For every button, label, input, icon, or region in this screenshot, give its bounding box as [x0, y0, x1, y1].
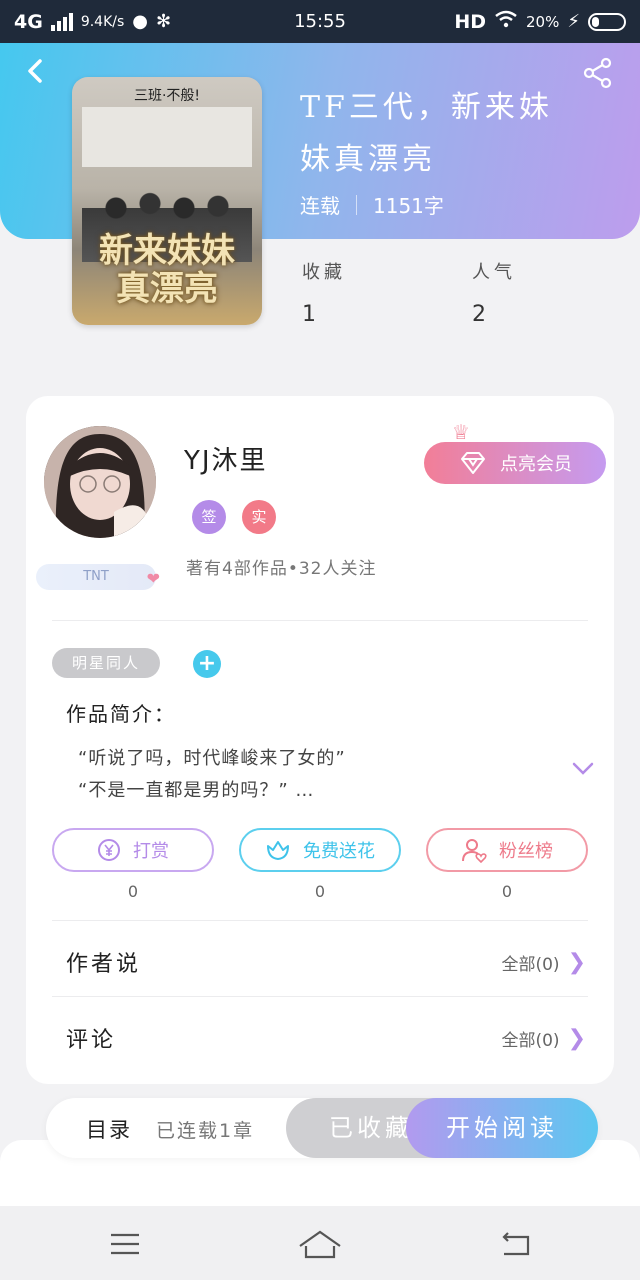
signal-icon: [50, 12, 73, 31]
fan-person-icon: [462, 839, 487, 863]
chevron-left-icon: [28, 59, 42, 83]
fan-badge: TNT ❤: [36, 564, 160, 590]
book-cover[interactable]: 三班·不般! 新来妹妹 真漂亮: [72, 77, 262, 325]
author-says-all-link[interactable]: 全部(0) ❯: [501, 950, 586, 975]
app-notify-icon: ✻: [156, 11, 172, 32]
status-bar: 4G 9.4K/s ● ✻ 15:55 HD 20% ⚡: [0, 0, 640, 43]
stat-favorites: 收藏 1: [302, 262, 346, 327]
fan-ranking-button[interactable]: 粉丝榜: [426, 828, 588, 872]
book-detail-card: TNT ❤ YJ沐里 签 实 著有4部作品•32人关注 ♕ 点亮会员 明星同人 …: [26, 396, 614, 1084]
flower-icon: [267, 841, 289, 860]
vip-button[interactable]: 点亮会员: [424, 442, 606, 484]
author-stats: 著有4部作品•32人关注: [186, 559, 377, 579]
network-type: 4G: [14, 10, 43, 33]
chevron-down-icon: [572, 762, 594, 775]
serial-status: 连载: [300, 194, 340, 218]
chevron-right-icon: ❯: [567, 1025, 586, 1051]
send-flower-button[interactable]: 免费送花: [239, 828, 401, 872]
system-nav-bar: [0, 1206, 640, 1280]
intro-line: “听说了吗，时代峰峻来了女的”: [78, 748, 346, 769]
cover-classroom-board: [82, 107, 252, 167]
yen-coin-icon: [98, 839, 120, 861]
charging-icon: ⚡: [567, 11, 580, 32]
toc-button[interactable]: 目录: [86, 1114, 132, 1144]
add-tag-button[interactable]: +: [193, 650, 221, 678]
cover-title: 新来妹妹 真漂亮: [99, 231, 235, 309]
reward-button[interactable]: 打赏: [52, 828, 214, 872]
back-nav-button[interactable]: [496, 1224, 536, 1264]
author-says-row[interactable]: 作者说 全部(0) ❯: [66, 942, 586, 982]
crown-icon: ♕: [452, 420, 470, 444]
menu-icon: [111, 1233, 139, 1255]
battery-percent: 20%: [526, 12, 560, 31]
expand-intro-button[interactable]: [571, 756, 595, 780]
network-speed: 9.4K/s: [80, 13, 125, 30]
word-count: 1151字: [373, 194, 444, 218]
intro-title: 作品简介：: [66, 702, 176, 726]
divider: [52, 920, 588, 921]
intro-line: “不是一直都是男的吗？” …: [78, 780, 315, 801]
reward-count: 0: [127, 882, 139, 901]
back-arrow-icon: [502, 1232, 530, 1256]
comments-row[interactable]: 评论 全部(0) ❯: [66, 1018, 586, 1058]
hd-indicator: HD: [454, 10, 487, 33]
back-button[interactable]: [22, 57, 50, 85]
cover-top-text: 三班·不般!: [133, 88, 201, 104]
book-title: TF三代，新来妹 妹真漂亮: [300, 90, 553, 177]
chevron-right-icon: ❯: [567, 949, 586, 975]
genre-tag[interactable]: 明星同人: [52, 648, 160, 678]
author-avatar[interactable]: [44, 426, 156, 538]
heart-icon: ❤: [146, 569, 160, 588]
book-meta: 连载 1151字: [300, 190, 444, 219]
divider: [52, 996, 588, 997]
battery-icon: [588, 12, 626, 31]
fan-count: 0: [501, 882, 513, 901]
diamond-icon: [461, 452, 485, 474]
qq-icon: ●: [132, 11, 149, 32]
divider: [52, 620, 588, 621]
menu-button[interactable]: [105, 1224, 145, 1264]
comments-all-link[interactable]: 全部(0) ❯: [501, 1026, 586, 1051]
home-button[interactable]: [298, 1224, 342, 1264]
start-reading-button[interactable]: 开始阅读: [406, 1098, 598, 1158]
home-icon: [299, 1230, 341, 1259]
stat-popularity: 人气 2: [472, 262, 516, 327]
chapter-count[interactable]: 已连载1章: [156, 1116, 254, 1143]
flower-count: 0: [314, 882, 326, 901]
bottom-action-bar: 目录 已连载1章 已收藏 开始阅读: [46, 1098, 598, 1158]
meta-divider: [356, 194, 357, 215]
wifi-icon: [494, 10, 518, 33]
verified-tag: 实: [242, 500, 276, 534]
author-says-title: 作者说: [66, 952, 142, 977]
author-name[interactable]: YJ沐里: [184, 440, 268, 477]
signed-author-tag: 签: [192, 500, 226, 534]
comments-title: 评论: [66, 1028, 117, 1053]
